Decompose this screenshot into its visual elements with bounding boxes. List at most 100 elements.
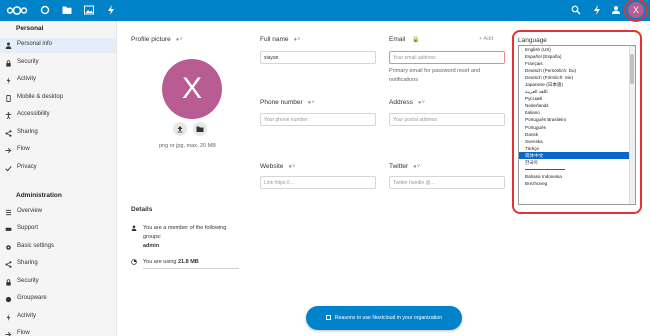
sidebar-item-basic-settings[interactable]: Basic settings bbox=[0, 240, 116, 255]
sidebar-item-accessibility[interactable]: Accessibility bbox=[0, 108, 116, 123]
sidebar-item-admin-sharing[interactable]: Sharing bbox=[0, 257, 116, 272]
photos-icon[interactable] bbox=[83, 4, 95, 16]
sidebar-item-label: Privacy bbox=[17, 164, 37, 170]
groups-membership-text: You are a member of the following groups… bbox=[143, 225, 227, 240]
language-option-selected[interactable]: 简体中文 bbox=[519, 151, 631, 159]
language-option[interactable]: Deutsch (Förmlich: Sie) bbox=[519, 74, 631, 81]
language-option[interactable]: Italiano bbox=[519, 109, 631, 116]
sidebar-item-label: Security bbox=[17, 59, 39, 65]
visibility-icon[interactable]: ●˅ bbox=[288, 164, 295, 170]
section-label: Full name bbox=[260, 36, 289, 43]
gear-icon bbox=[6, 245, 11, 250]
sidebar-item-personal-info[interactable]: Personal info bbox=[0, 38, 116, 53]
sidebar-item-label: Mobile & desktop bbox=[17, 94, 64, 100]
sidebar-item-label: Groupware bbox=[17, 295, 47, 301]
language-select-list[interactable]: English (US) Español (España) Français D… bbox=[518, 45, 636, 205]
add-email-button[interactable]: + Add bbox=[479, 36, 493, 42]
lock-icon bbox=[6, 60, 11, 67]
address-input[interactable]: Your postal address bbox=[389, 113, 505, 126]
visibility-icon[interactable]: ●˅ bbox=[294, 37, 301, 43]
twitter-input[interactable]: Twitter handle @... bbox=[389, 176, 505, 189]
language-option[interactable]: Português bbox=[519, 124, 631, 131]
sidebar-item-privacy[interactable]: Privacy bbox=[0, 161, 116, 176]
language-option[interactable]: English (US) bbox=[519, 46, 631, 53]
section-label: Twitter bbox=[389, 163, 409, 170]
sidebar-item-groupware[interactable]: Groupware bbox=[0, 292, 116, 307]
info-icon bbox=[325, 315, 331, 320]
notifications-icon[interactable] bbox=[591, 4, 603, 16]
phone-input[interactable]: Your phone number bbox=[260, 113, 376, 126]
sidebar-item-label: Overview bbox=[17, 208, 43, 214]
sidebar-item-flow[interactable]: Flow bbox=[0, 143, 116, 158]
section-label: Email bbox=[389, 36, 406, 43]
administration-caption: Administration bbox=[16, 192, 62, 199]
check-icon bbox=[5, 166, 12, 172]
profile-avatar: X bbox=[162, 59, 222, 119]
pick-avatar-from-files-button[interactable] bbox=[193, 122, 207, 136]
language-title: Language bbox=[518, 37, 547, 44]
website-title: Website ●˅ bbox=[260, 163, 296, 170]
settings-sidebar: Personal Personal info Security Activity… bbox=[0, 21, 117, 336]
groupware-icon bbox=[5, 296, 12, 303]
language-option[interactable]: Español (España) bbox=[519, 53, 631, 60]
folder-icon bbox=[196, 126, 204, 132]
activity-icon[interactable] bbox=[105, 4, 117, 16]
contacts-icon[interactable] bbox=[610, 4, 622, 16]
reasons-to-use-nextcloud-button[interactable]: Reasons to use Nextcloud in your organiz… bbox=[306, 306, 462, 330]
sidebar-item-support[interactable]: Support bbox=[0, 222, 116, 237]
accessibility-icon bbox=[5, 112, 12, 119]
language-list-scrollbar[interactable] bbox=[629, 46, 635, 204]
phone-title: Phone number ●˅ bbox=[260, 99, 315, 106]
sidebar-item-security[interactable]: Security bbox=[0, 56, 116, 71]
upload-avatar-button[interactable] bbox=[173, 122, 187, 136]
search-icon[interactable] bbox=[570, 4, 582, 16]
language-option[interactable]: Japanese (日本語) bbox=[519, 81, 631, 88]
language-option[interactable]: Svenska bbox=[519, 138, 631, 145]
language-option[interactable]: Русский bbox=[519, 95, 631, 102]
visibility-icon[interactable]: ●˅ bbox=[413, 164, 420, 170]
language-option[interactable]: Français bbox=[519, 60, 631, 67]
section-label: Address bbox=[389, 99, 413, 106]
language-option[interactable]: Português Brasileiro bbox=[519, 116, 631, 123]
full-name-input[interactable]: xiayan bbox=[260, 51, 376, 64]
visibility-icon[interactable]: ●˅ bbox=[176, 37, 183, 43]
language-option[interactable]: Türkçe bbox=[519, 145, 631, 152]
language-option[interactable]: Brezhoneg bbox=[519, 180, 631, 187]
top-bar: X bbox=[0, 0, 650, 22]
sidebar-item-admin-activity[interactable]: Activity bbox=[0, 310, 116, 325]
flow-icon bbox=[5, 147, 12, 154]
language-option[interactable]: Nederlands bbox=[519, 102, 631, 109]
details-title: Details bbox=[131, 206, 153, 213]
files-icon[interactable] bbox=[61, 4, 73, 16]
scrollbar-thumb[interactable] bbox=[630, 54, 634, 84]
sidebar-item-admin-flow[interactable]: Flow bbox=[0, 327, 116, 336]
section-label: Phone number bbox=[260, 99, 303, 106]
sidebar-item-overview[interactable]: Overview bbox=[0, 205, 116, 220]
sidebar-item-label: Flow bbox=[17, 146, 30, 152]
quota-usage-value: 21.8 MB bbox=[177, 259, 199, 265]
language-option[interactable]: Deutsch (Persönlich: Du) bbox=[519, 67, 631, 74]
sidebar-item-admin-security[interactable]: Security bbox=[0, 275, 116, 290]
language-option[interactable]: Bahasa Indonesia bbox=[519, 173, 631, 180]
dashboard-icon[interactable] bbox=[39, 4, 51, 16]
sidebar-item-sharing[interactable]: Sharing bbox=[0, 126, 116, 141]
language-option[interactable]: 한국어 bbox=[519, 159, 631, 166]
language-option[interactable]: اللغة العربية bbox=[519, 88, 631, 95]
email-input[interactable]: Your email address bbox=[389, 51, 505, 64]
sidebar-item-label: Security bbox=[17, 278, 39, 284]
lock-icon: 🔒 bbox=[412, 37, 420, 43]
user-menu-avatar[interactable]: X bbox=[628, 2, 644, 18]
quota-progress-bar bbox=[143, 268, 239, 269]
activity-icon bbox=[6, 77, 11, 84]
language-option[interactable]: Dansk bbox=[519, 131, 631, 138]
sidebar-item-activity[interactable]: Activity bbox=[0, 73, 116, 88]
visibility-icon[interactable]: ●˅ bbox=[308, 100, 315, 106]
email-hint: Primary email for password reset and not… bbox=[389, 68, 481, 83]
avatar-size-hint: png or jpg, max. 20 MB bbox=[159, 143, 216, 149]
visibility-icon[interactable]: ●˅ bbox=[418, 100, 425, 106]
banner-label: Reasons to use Nextcloud in your organiz… bbox=[334, 315, 443, 321]
nextcloud-logo-icon[interactable] bbox=[6, 5, 28, 16]
sidebar-item-mobile-desktop[interactable]: Mobile & desktop bbox=[0, 91, 116, 106]
website-input[interactable]: Link https://... bbox=[260, 176, 376, 189]
quota-usage-prefix: You are using bbox=[143, 259, 177, 265]
